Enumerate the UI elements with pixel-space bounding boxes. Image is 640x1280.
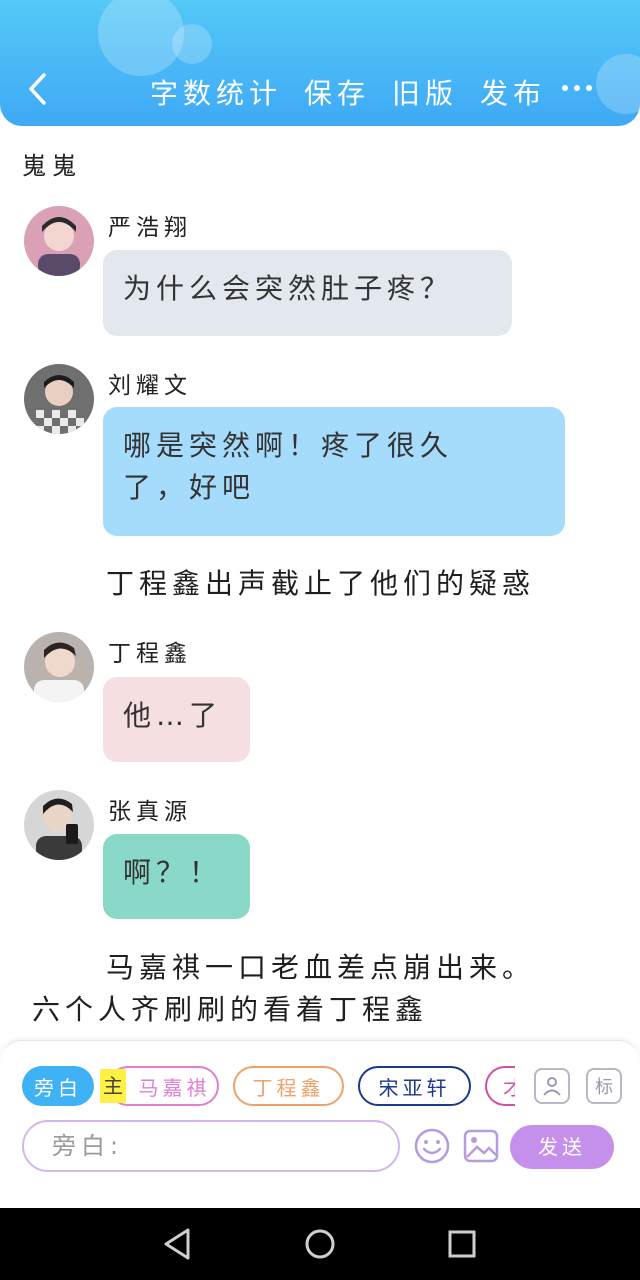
chip-song-yaxuan[interactable]: 宋亚轩	[358, 1066, 471, 1106]
emoji-icon[interactable]	[412, 1126, 452, 1166]
chip-label: 宋亚轩	[378, 1075, 451, 1100]
chat-bubble-text: 啊？！	[123, 856, 223, 889]
old-version-button[interactable]: 旧版	[392, 74, 458, 114]
tag-label: 标	[595, 1077, 613, 1098]
chip-narrator[interactable]: 旁白	[22, 1066, 94, 1106]
header-actions: 字数统计 保存 旧版 发布	[150, 74, 546, 114]
back-button[interactable]	[22, 72, 52, 112]
avatar[interactable]	[24, 632, 94, 702]
avatar[interactable]	[24, 790, 94, 860]
chat-bubble[interactable]: 哪是突然啊！疼了很久 了，好吧	[103, 407, 565, 536]
main-character-badge: 主	[100, 1069, 126, 1103]
more-dots-icon[interactable]	[562, 78, 602, 98]
chip-label: 丁程鑫	[252, 1075, 325, 1100]
word-count-button[interactable]: 字数统计	[150, 74, 282, 114]
avatar[interactable]	[24, 364, 94, 434]
send-button[interactable]: 发送	[510, 1125, 614, 1169]
chip-ding-chengxin[interactable]: 丁程鑫	[233, 1066, 344, 1106]
decor-bubble	[172, 24, 212, 64]
speaker-name: 张真源	[108, 799, 192, 825]
chat-bubble-text: 哪是突然啊！疼了很久	[123, 429, 454, 462]
chapter-title: 嵬嵬	[22, 152, 82, 180]
nav-recents-icon[interactable]	[442, 1224, 482, 1264]
chat-bubble-text: 他…了	[123, 699, 223, 732]
back-arrow-icon	[29, 73, 46, 105]
chat-bubble-text: 为什么会突然肚子疼？	[123, 272, 454, 305]
speaker-name: 严浩翔	[108, 215, 192, 241]
top-toolbar: 字数统计 保存 旧版 发布	[0, 0, 640, 126]
speaker-name: 刘耀文	[108, 373, 192, 399]
narration-text[interactable]: 马嘉祺一口老血差点崩出来。	[106, 946, 535, 986]
avatar[interactable]	[24, 206, 94, 276]
nav-home-icon[interactable]	[300, 1224, 340, 1264]
contact-card-icon[interactable]	[534, 1068, 570, 1104]
chat-bubble-text: 了，好吧	[123, 471, 256, 504]
narration-text[interactable]: 丁程鑫出声截止了他们的疑惑	[106, 562, 535, 602]
avatar-image	[24, 632, 94, 702]
publish-button[interactable]: 发布	[480, 74, 546, 114]
chat-bubble[interactable]: 为什么会突然肚子疼？	[103, 250, 512, 336]
chip-label: 马嘉祺	[138, 1075, 211, 1100]
decor-bubble	[98, 0, 184, 76]
tag-button[interactable]: 标	[586, 1068, 622, 1104]
save-button[interactable]: 保存	[304, 74, 370, 114]
chip-label: 才	[503, 1072, 515, 1101]
image-icon[interactable]	[461, 1126, 501, 1166]
nav-back-icon[interactable]	[158, 1224, 198, 1264]
avatar-image	[24, 364, 94, 434]
message-input[interactable]: 旁白:	[22, 1120, 400, 1172]
speaker-name: 丁程鑫	[108, 641, 192, 667]
narration-text[interactable]: 六个人齐刷刷的看着丁程鑫	[32, 988, 428, 1028]
decor-bubble	[596, 54, 640, 114]
avatar-image	[24, 206, 94, 276]
system-nav-bar	[0, 1208, 640, 1280]
chat-bubble[interactable]: 他…了	[103, 677, 250, 762]
chat-bubble[interactable]: 啊？！	[103, 834, 250, 919]
avatar-image	[24, 790, 94, 860]
